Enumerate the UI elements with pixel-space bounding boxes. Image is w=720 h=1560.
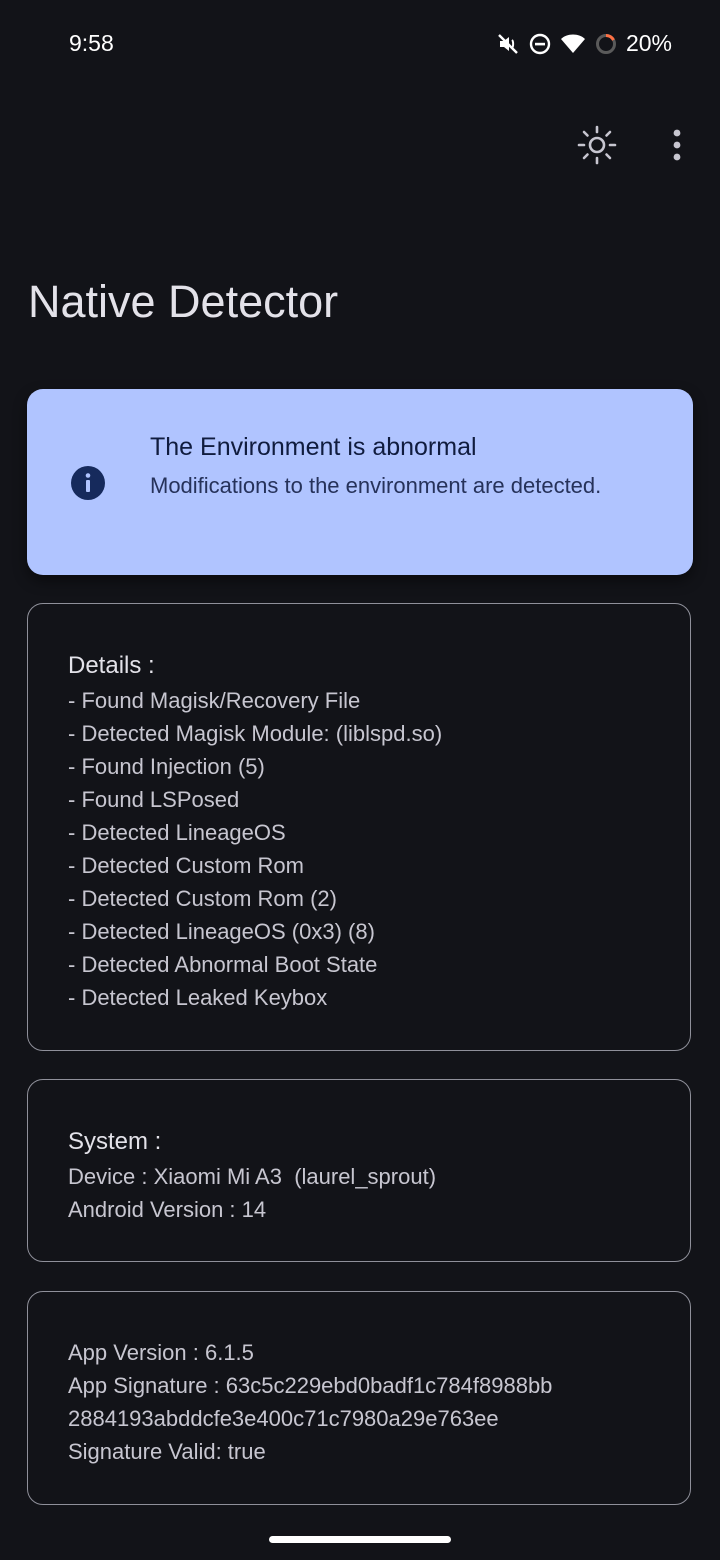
- device-info: Device : Xiaomi Mi A3 (laurel_sprout): [68, 1164, 437, 1189]
- alert-description: Modifications to the environment are det…: [150, 473, 602, 498]
- system-card: System : Device : Xiaomi Mi A3 (laurel_s…: [27, 1079, 691, 1262]
- detail-item: - Found Injection (5): [68, 754, 265, 779]
- info-icon: [71, 466, 105, 500]
- detail-item: - Detected Custom Rom: [68, 853, 304, 878]
- app-info-content: App Version : 6.1.5 App Signature : 63c5…: [68, 1336, 552, 1468]
- detail-item: - Detected Abnormal Boot State: [68, 952, 378, 977]
- android-version: Android Version : 14: [68, 1197, 267, 1222]
- environment-status-card: The Environment is abnormal Modification…: [27, 389, 693, 575]
- details-card: Details : - Found Magisk/Recovery File -…: [27, 603, 691, 1051]
- wifi-icon: [560, 34, 585, 53]
- system-content: System : Device : Xiaomi Mi A3 (laurel_s…: [68, 1124, 436, 1226]
- app-signature-continued: 2884193abddcfe3e400c71c7980a29e763ee: [68, 1406, 499, 1431]
- status-bar: 9:58 20%: [0, 0, 720, 90]
- status-icons: 20%: [496, 30, 672, 57]
- gesture-nav-handle[interactable]: [269, 1536, 451, 1543]
- dnd-icon: [529, 33, 551, 54]
- alert-title: The Environment is abnormal: [150, 433, 477, 461]
- status-time: 9:58: [69, 30, 114, 56]
- mute-icon: [498, 33, 518, 54]
- theme-toggle-button[interactable]: [574, 122, 620, 168]
- details-content: Details : - Found Magisk/Recovery File -…: [68, 648, 442, 1014]
- detail-item: - Found LSPosed: [68, 787, 240, 812]
- details-heading: Details :: [68, 652, 155, 679]
- detail-item: - Detected Custom Rom (2): [68, 886, 337, 911]
- toolbar-actions: [574, 122, 700, 168]
- battery-ring-icon: [595, 33, 616, 54]
- more-options-button[interactable]: [654, 122, 700, 168]
- detail-item: - Detected LineageOS: [68, 820, 286, 845]
- brightness-icon: [577, 125, 617, 165]
- more-vert-icon: [673, 129, 681, 161]
- app-version: App Version : 6.1.5: [68, 1340, 254, 1365]
- page-title: Native Detector: [28, 276, 339, 327]
- detail-item: - Detected Leaked Keybox: [68, 985, 328, 1010]
- app-signature: App Signature : 63c5c229ebd0badf1c784f89…: [68, 1373, 553, 1398]
- system-heading: System :: [68, 1128, 162, 1155]
- app-info-card: App Version : 6.1.5 App Signature : 63c5…: [27, 1291, 691, 1505]
- battery-percent: 20%: [625, 30, 672, 56]
- detail-item: - Found Magisk/Recovery File: [68, 688, 361, 713]
- detail-item: - Detected Magisk Module: (liblspd.so): [68, 721, 443, 746]
- detail-item: - Detected LineageOS (0x3) (8): [68, 919, 375, 944]
- signature-valid: Signature Valid: true: [68, 1439, 266, 1464]
